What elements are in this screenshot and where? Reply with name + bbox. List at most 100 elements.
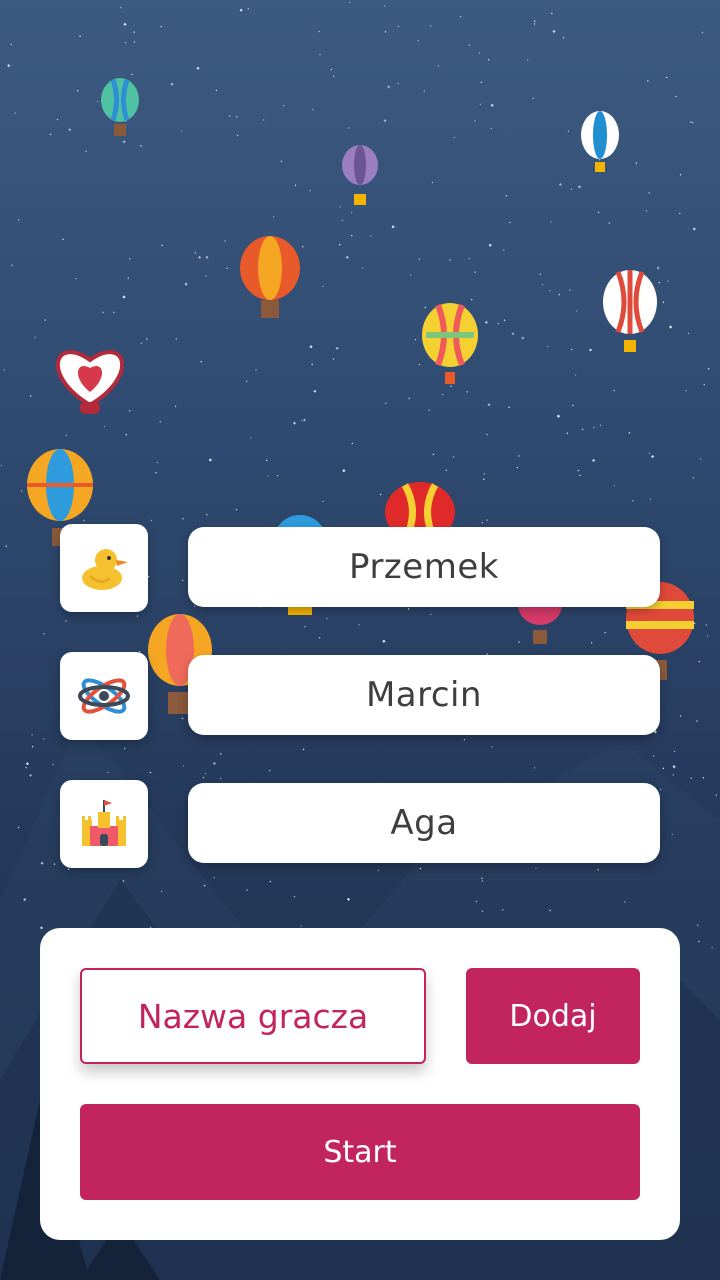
- star: [648, 192, 650, 194]
- star: [83, 519, 85, 522]
- player-row: Aga: [60, 780, 660, 868]
- star: [313, 389, 317, 393]
- star: [346, 897, 351, 901]
- star: [556, 414, 560, 418]
- star: [482, 478, 485, 481]
- star: [516, 466, 519, 469]
- star: [707, 367, 710, 370]
- star: [532, 97, 535, 100]
- star: [311, 363, 313, 366]
- star: [182, 517, 184, 520]
- star: [300, 925, 302, 927]
- star: [429, 25, 432, 27]
- player-name-input[interactable]: [80, 968, 426, 1064]
- star: [533, 767, 536, 769]
- player-name[interactable]: Przemek: [188, 527, 660, 607]
- start-button[interactable]: Start: [80, 1104, 640, 1200]
- star: [635, 162, 638, 164]
- star: [397, 82, 400, 85]
- star: [76, 89, 79, 92]
- star: [468, 257, 471, 260]
- add-button[interactable]: Dodaj: [466, 968, 640, 1064]
- player-row: Marcin: [60, 652, 660, 740]
- star: [103, 425, 106, 428]
- star: [652, 755, 655, 757]
- star: [484, 320, 488, 324]
- star: [487, 403, 491, 407]
- star: [351, 442, 354, 445]
- star: [235, 508, 238, 511]
- star: [198, 255, 202, 260]
- duck-icon[interactable]: [60, 524, 148, 612]
- star: [161, 244, 163, 247]
- star: [62, 238, 64, 241]
- star: [468, 44, 471, 46]
- star: [648, 452, 651, 454]
- player-name[interactable]: Marcin: [188, 655, 660, 735]
- star: [265, 459, 268, 462]
- star: [521, 336, 525, 340]
- star: [569, 289, 571, 291]
- star: [570, 348, 573, 351]
- star: [658, 281, 661, 284]
- star: [269, 880, 272, 883]
- star: [215, 89, 218, 92]
- star: [272, 215, 275, 218]
- star: [85, 150, 87, 152]
- star: [276, 474, 279, 477]
- star: [322, 500, 324, 503]
- star: [441, 393, 444, 396]
- star: [358, 624, 360, 626]
- star: [689, 121, 692, 123]
- add-player-panel: Dodaj Start: [40, 928, 680, 1240]
- star: [348, 1, 351, 4]
- star: [122, 140, 126, 144]
- star: [574, 374, 577, 376]
- star: [678, 212, 681, 215]
- star: [387, 85, 391, 89]
- star: [31, 745, 34, 748]
- star: [604, 631, 606, 634]
- star: [486, 519, 488, 521]
- star: [651, 455, 655, 459]
- star: [326, 617, 328, 620]
- star: [577, 469, 580, 472]
- star: [558, 182, 562, 187]
- star: [224, 240, 226, 242]
- castle-icon[interactable]: [60, 780, 148, 868]
- star: [488, 243, 492, 247]
- star: [312, 108, 314, 111]
- star: [696, 720, 698, 722]
- star: [483, 473, 486, 475]
- star: [384, 402, 387, 404]
- star: [3, 369, 6, 371]
- star: [414, 338, 417, 341]
- star: [437, 64, 440, 67]
- star: [0, 464, 3, 467]
- star: [502, 249, 505, 251]
- balloon-icon: [55, 350, 125, 414]
- star: [245, 380, 248, 383]
- star: [503, 319, 506, 322]
- star: [229, 114, 231, 117]
- star: [632, 500, 634, 502]
- player-name[interactable]: Aga: [188, 783, 660, 863]
- star: [268, 769, 271, 772]
- star: [383, 119, 387, 123]
- star: [665, 76, 668, 79]
- star: [474, 120, 476, 122]
- star: [445, 469, 448, 472]
- star: [486, 433, 488, 436]
- star: [687, 332, 690, 335]
- star: [10, 43, 13, 46]
- star: [43, 632, 45, 635]
- star: [672, 774, 675, 776]
- atom-icon[interactable]: [60, 652, 148, 740]
- player-row: Przemek: [60, 524, 660, 612]
- star: [593, 426, 595, 429]
- star: [302, 748, 305, 751]
- star: [56, 118, 59, 121]
- star: [450, 385, 452, 387]
- star: [567, 130, 570, 132]
- star: [140, 145, 142, 147]
